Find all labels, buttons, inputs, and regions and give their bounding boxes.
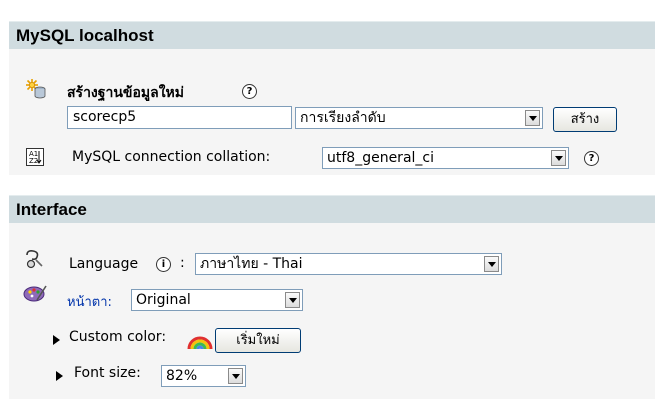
language-icon bbox=[25, 249, 45, 269]
chevron-down-icon bbox=[484, 256, 499, 272]
mysql-section-title: MySQL localhost bbox=[16, 26, 154, 45]
new-database-icon bbox=[25, 78, 47, 100]
language-value: ภาษาไทย - Thai bbox=[200, 256, 303, 272]
language-info-icon[interactable]: i bbox=[156, 257, 171, 272]
font-size-select[interactable]: 82% bbox=[161, 365, 246, 387]
custom-color-label: Custom color: bbox=[69, 329, 167, 345]
language-label: Language bbox=[69, 256, 139, 272]
mysql-section-header: MySQL localhost bbox=[9, 21, 655, 49]
theme-select[interactable]: Original bbox=[131, 289, 303, 311]
create-database-button[interactable]: สร้าง bbox=[553, 107, 617, 132]
connection-collation-select[interactable]: utf8_general_ci bbox=[322, 147, 569, 169]
svg-text:Z2: Z2 bbox=[29, 157, 38, 165]
collation-sort-icon: A1 Z2 bbox=[26, 148, 44, 166]
language-select[interactable]: ภาษาไทย - Thai bbox=[195, 253, 502, 275]
connection-collation-label: MySQL connection collation: bbox=[72, 149, 271, 165]
theme-palette-icon bbox=[23, 284, 47, 302]
create-db-collation-value: การเรียงลำดับ bbox=[300, 110, 386, 126]
chevron-down-icon bbox=[551, 150, 566, 166]
chevron-down-icon bbox=[228, 368, 243, 384]
interface-section-header: Interface bbox=[9, 195, 655, 223]
interface-section-title: Interface bbox=[16, 200, 87, 219]
font-size-label: Font size: bbox=[74, 365, 141, 381]
theme-label[interactable]: หน้าตา: bbox=[67, 291, 112, 312]
database-name-input[interactable]: scorecp5 bbox=[67, 106, 292, 129]
language-separator: : bbox=[180, 255, 185, 271]
chevron-down-icon bbox=[525, 110, 540, 126]
top-strip bbox=[0, 0, 655, 19]
create-db-help-icon[interactable]: ? bbox=[242, 84, 257, 99]
create-database-label: สร้างฐานข้อมูลใหม่ bbox=[67, 85, 184, 101]
chevron-down-icon bbox=[285, 292, 300, 308]
theme-value: Original bbox=[136, 292, 191, 308]
reset-color-button[interactable]: เริ่มใหม่ bbox=[215, 328, 301, 353]
collation-help-icon[interactable]: ? bbox=[584, 151, 599, 166]
font-size-value: 82% bbox=[166, 368, 198, 384]
create-db-collation-select[interactable]: การเรียงลำดับ bbox=[295, 107, 543, 129]
expand-triangle-icon[interactable] bbox=[53, 335, 60, 345]
expand-triangle-icon[interactable] bbox=[56, 371, 63, 381]
rainbow-icon[interactable] bbox=[187, 329, 213, 351]
section-gap bbox=[0, 175, 655, 195]
connection-collation-value: utf8_general_ci bbox=[327, 150, 434, 166]
